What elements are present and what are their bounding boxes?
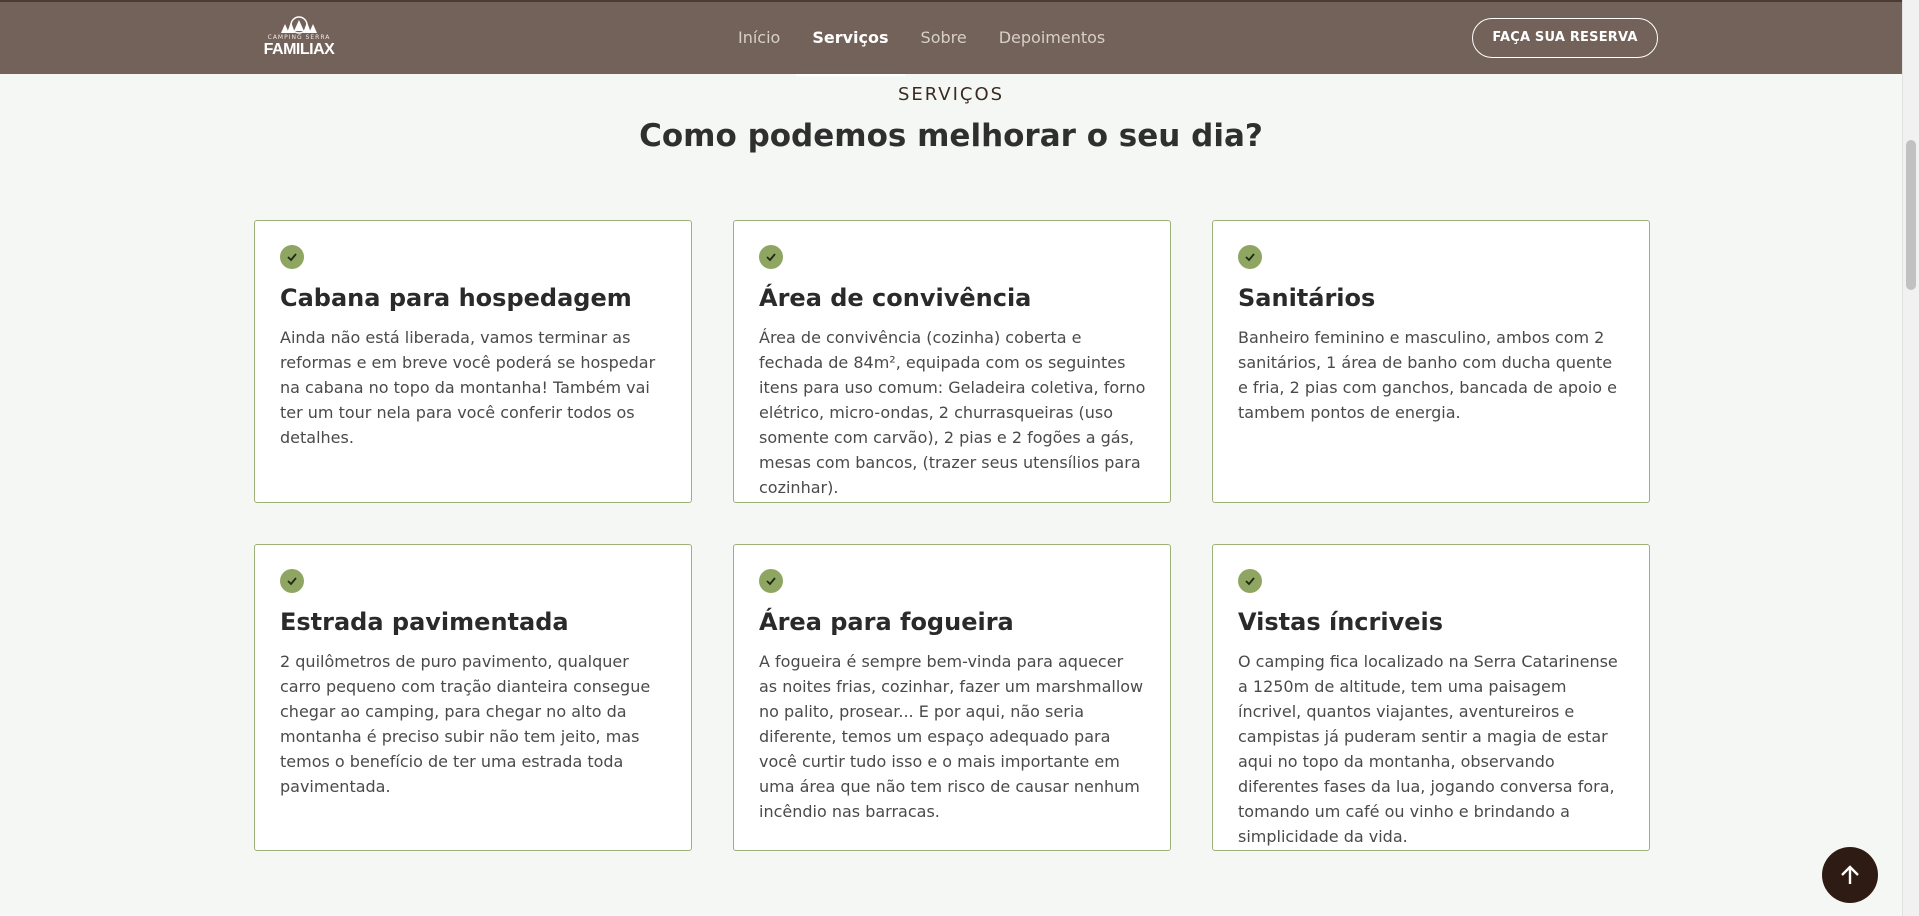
tent-logo-icon <box>281 16 317 34</box>
logo-title: FAMILIAX <box>263 41 335 58</box>
service-description: Área de convivência (cozinha) coberta e … <box>759 328 1146 497</box>
service-description: Ainda não está liberada, vamos terminar … <box>280 328 656 447</box>
scrollbar-thumb[interactable] <box>1906 140 1916 290</box>
service-card-cabana: Cabana para hospedagem Ainda não está li… <box>254 220 692 503</box>
main-nav: Início Serviços Sobre Depoimentos <box>722 2 1121 76</box>
service-card-vistas: Vistas íncriveis O camping fica localiza… <box>1212 544 1650 851</box>
service-description: 2 quilômetros de puro pavimento, qualque… <box>280 652 651 796</box>
check-icon <box>1238 569 1262 593</box>
service-title: Área para fogueira <box>759 608 1014 636</box>
service-title: Estrada pavimentada <box>280 608 569 636</box>
logo-subtitle: CAMPING SERRA <box>267 34 331 41</box>
section-title: Como podemos melhorar o seu dia? <box>639 118 1263 154</box>
check-icon <box>759 569 783 593</box>
check-icon <box>1238 245 1262 269</box>
site-logo[interactable]: CAMPING SERRA FAMILIAX <box>262 16 336 62</box>
check-icon <box>759 245 783 269</box>
service-description: Banheiro feminino e masculino, ambos com… <box>1238 328 1617 422</box>
service-title: Sanitários <box>1238 284 1376 312</box>
service-description: A fogueira é sempre bem-vinda para aquec… <box>759 652 1144 821</box>
service-title: Área de convivência <box>759 284 1032 312</box>
nav-item-sobre[interactable]: Sobre <box>905 3 983 75</box>
service-title: Vistas íncriveis <box>1238 608 1444 636</box>
service-card-convivencia: Área de convivência Área de convivência … <box>733 220 1171 503</box>
service-card-fogueira: Área para fogueira A fogueira é sempre b… <box>733 544 1171 851</box>
service-description: O camping fica localizado na Serra Catar… <box>1238 652 1618 846</box>
service-card-sanitarios: Sanitários Banheiro feminino e masculino… <box>1212 220 1650 503</box>
service-card-estrada: Estrada pavimentada 2 quilômetros de pur… <box>254 544 692 851</box>
nav-item-inicio[interactable]: Início <box>722 3 796 75</box>
nav-item-depoimentos[interactable]: Depoimentos <box>983 3 1122 75</box>
nav-item-servicos[interactable]: Serviços <box>796 3 905 76</box>
back-to-top-button[interactable] <box>1822 847 1878 903</box>
service-title: Cabana para hospedagem <box>280 284 632 312</box>
page-scrollbar[interactable] <box>1902 0 1919 916</box>
check-icon <box>280 245 304 269</box>
site-header: CAMPING SERRA FAMILIAX Início Serviços S… <box>0 0 1902 76</box>
section-eyebrow: SERVIÇOS <box>897 84 1005 105</box>
arrow-up-icon <box>1841 865 1859 884</box>
reservation-button[interactable]: FAÇA SUA RESERVA <box>1472 18 1658 58</box>
check-icon <box>280 569 304 593</box>
